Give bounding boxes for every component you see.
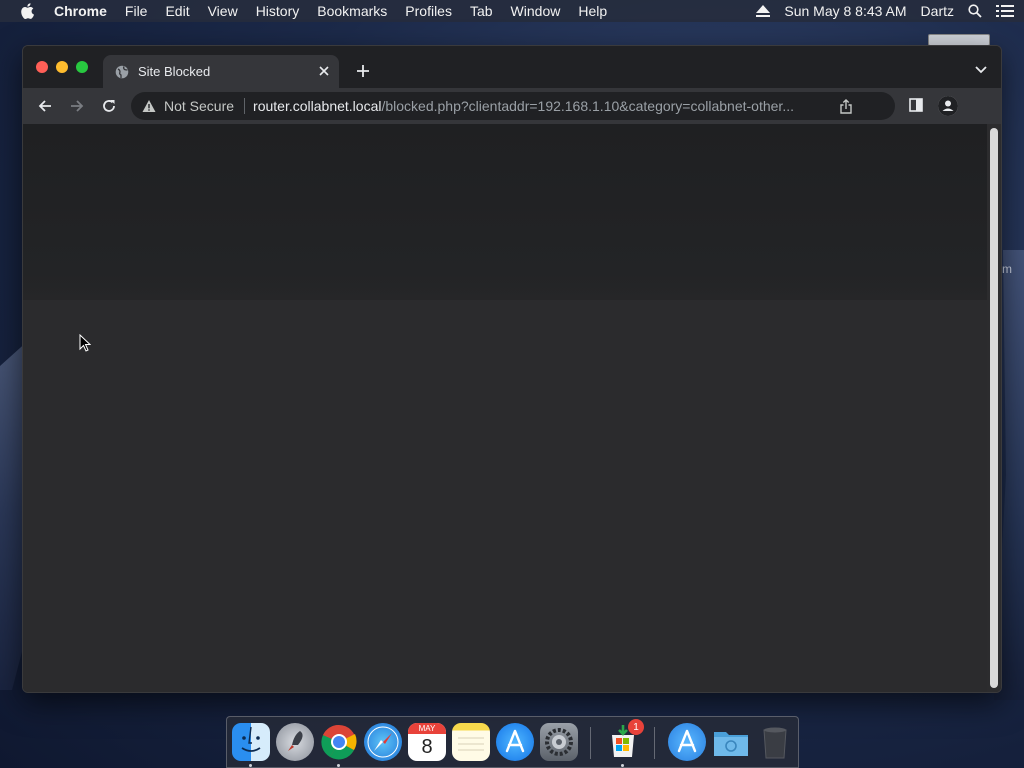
tab-strip: Site Blocked xyxy=(23,46,1001,88)
tab-title: Site Blocked xyxy=(138,64,211,79)
tab-site-blocked[interactable]: Site Blocked xyxy=(103,55,339,88)
warning-triangle-icon[interactable] xyxy=(142,99,156,113)
not-secure-label[interactable]: Not Secure xyxy=(164,98,234,114)
downloads-folder-icon[interactable] xyxy=(712,723,750,761)
chrome-running-indicator xyxy=(337,764,340,767)
window-minimize-button[interactable] xyxy=(56,61,68,73)
eject-icon[interactable] xyxy=(756,5,771,17)
safari-icon[interactable] xyxy=(364,723,402,761)
spotlight-search-icon[interactable] xyxy=(968,4,982,18)
applications-folder-icon[interactable] xyxy=(668,723,706,761)
app-store-icon[interactable] xyxy=(496,723,534,761)
menu-bar-clock[interactable]: Sun May 8 8:43 AM xyxy=(784,3,906,19)
menu-profiles[interactable]: Profiles xyxy=(405,3,452,19)
menu-view[interactable]: View xyxy=(208,3,238,19)
menu-bookmarks[interactable]: Bookmarks xyxy=(317,3,387,19)
menu-app-chrome[interactable]: Chrome xyxy=(54,3,107,19)
page-header-band xyxy=(23,124,989,300)
system-preferences-icon[interactable] xyxy=(540,723,578,761)
omnibox-divider xyxy=(244,98,246,114)
person-icon xyxy=(938,96,958,116)
browser-toolbar: Not Secure router.collabnet.local/blocke… xyxy=(23,88,1001,124)
menu-bar: Chrome File Edit View History Bookmarks … xyxy=(0,0,1024,22)
menu-tab[interactable]: Tab xyxy=(470,3,493,19)
notes-icon[interactable] xyxy=(452,723,490,761)
installer-running-indicator xyxy=(621,764,624,767)
calendar-icon[interactable]: MAY 8 xyxy=(408,723,446,761)
dock: MAY 8 xyxy=(226,716,799,768)
window-zoom-button[interactable] xyxy=(76,61,88,73)
finder-icon[interactable] xyxy=(232,723,270,761)
mouse-pointer-icon xyxy=(79,334,91,352)
side-panel-icon[interactable] xyxy=(909,98,923,112)
desktop-file-label: m xyxy=(1002,262,1012,276)
menu-window[interactable]: Window xyxy=(511,3,561,19)
installer-notification-badge: 1 xyxy=(628,719,644,735)
page-content xyxy=(23,124,989,692)
control-center-icon[interactable] xyxy=(996,4,1014,18)
apple-menu-icon[interactable] xyxy=(20,3,36,19)
url-path: /blocked.php?clientaddr=192.168.1.10&cat… xyxy=(381,98,794,114)
chrome-window: Site Blocked Not Secure router.collabnet… xyxy=(22,45,1002,693)
window-close-button[interactable] xyxy=(36,61,48,73)
profile-avatar[interactable] xyxy=(938,96,958,116)
menu-bar-user[interactable]: Dartz xyxy=(921,3,954,19)
share-icon[interactable] xyxy=(839,99,853,114)
reload-icon[interactable] xyxy=(101,98,117,114)
chrome-icon[interactable] xyxy=(320,723,358,761)
calendar-month: MAY xyxy=(408,723,446,734)
new-tab-icon[interactable] xyxy=(355,63,371,79)
dock-separator xyxy=(590,727,591,759)
address-bar[interactable]: Not Secure router.collabnet.local/blocke… xyxy=(131,92,895,120)
dock-separator-2 xyxy=(654,727,655,759)
url-host: router.collabnet.local xyxy=(253,98,382,114)
tab-search-chevron-down-icon[interactable] xyxy=(975,65,987,75)
globe-icon xyxy=(115,65,129,78)
menu-bar-status-area: Sun May 8 8:43 AM Dartz xyxy=(742,0,1014,22)
calendar-day: 8 xyxy=(421,736,433,758)
tab-close-icon[interactable] xyxy=(317,64,331,78)
back-arrow-icon[interactable] xyxy=(37,98,53,114)
finder-running-indicator xyxy=(249,764,252,767)
scrollbar-thumb[interactable] xyxy=(990,128,998,688)
menu-history[interactable]: History xyxy=(256,3,300,19)
forward-arrow-icon[interactable] xyxy=(69,98,85,114)
menu-help[interactable]: Help xyxy=(578,3,607,19)
menu-edit[interactable]: Edit xyxy=(165,3,189,19)
trash-icon[interactable] xyxy=(756,723,794,761)
menu-file[interactable]: File xyxy=(125,3,148,19)
launchpad-icon[interactable] xyxy=(276,723,314,761)
